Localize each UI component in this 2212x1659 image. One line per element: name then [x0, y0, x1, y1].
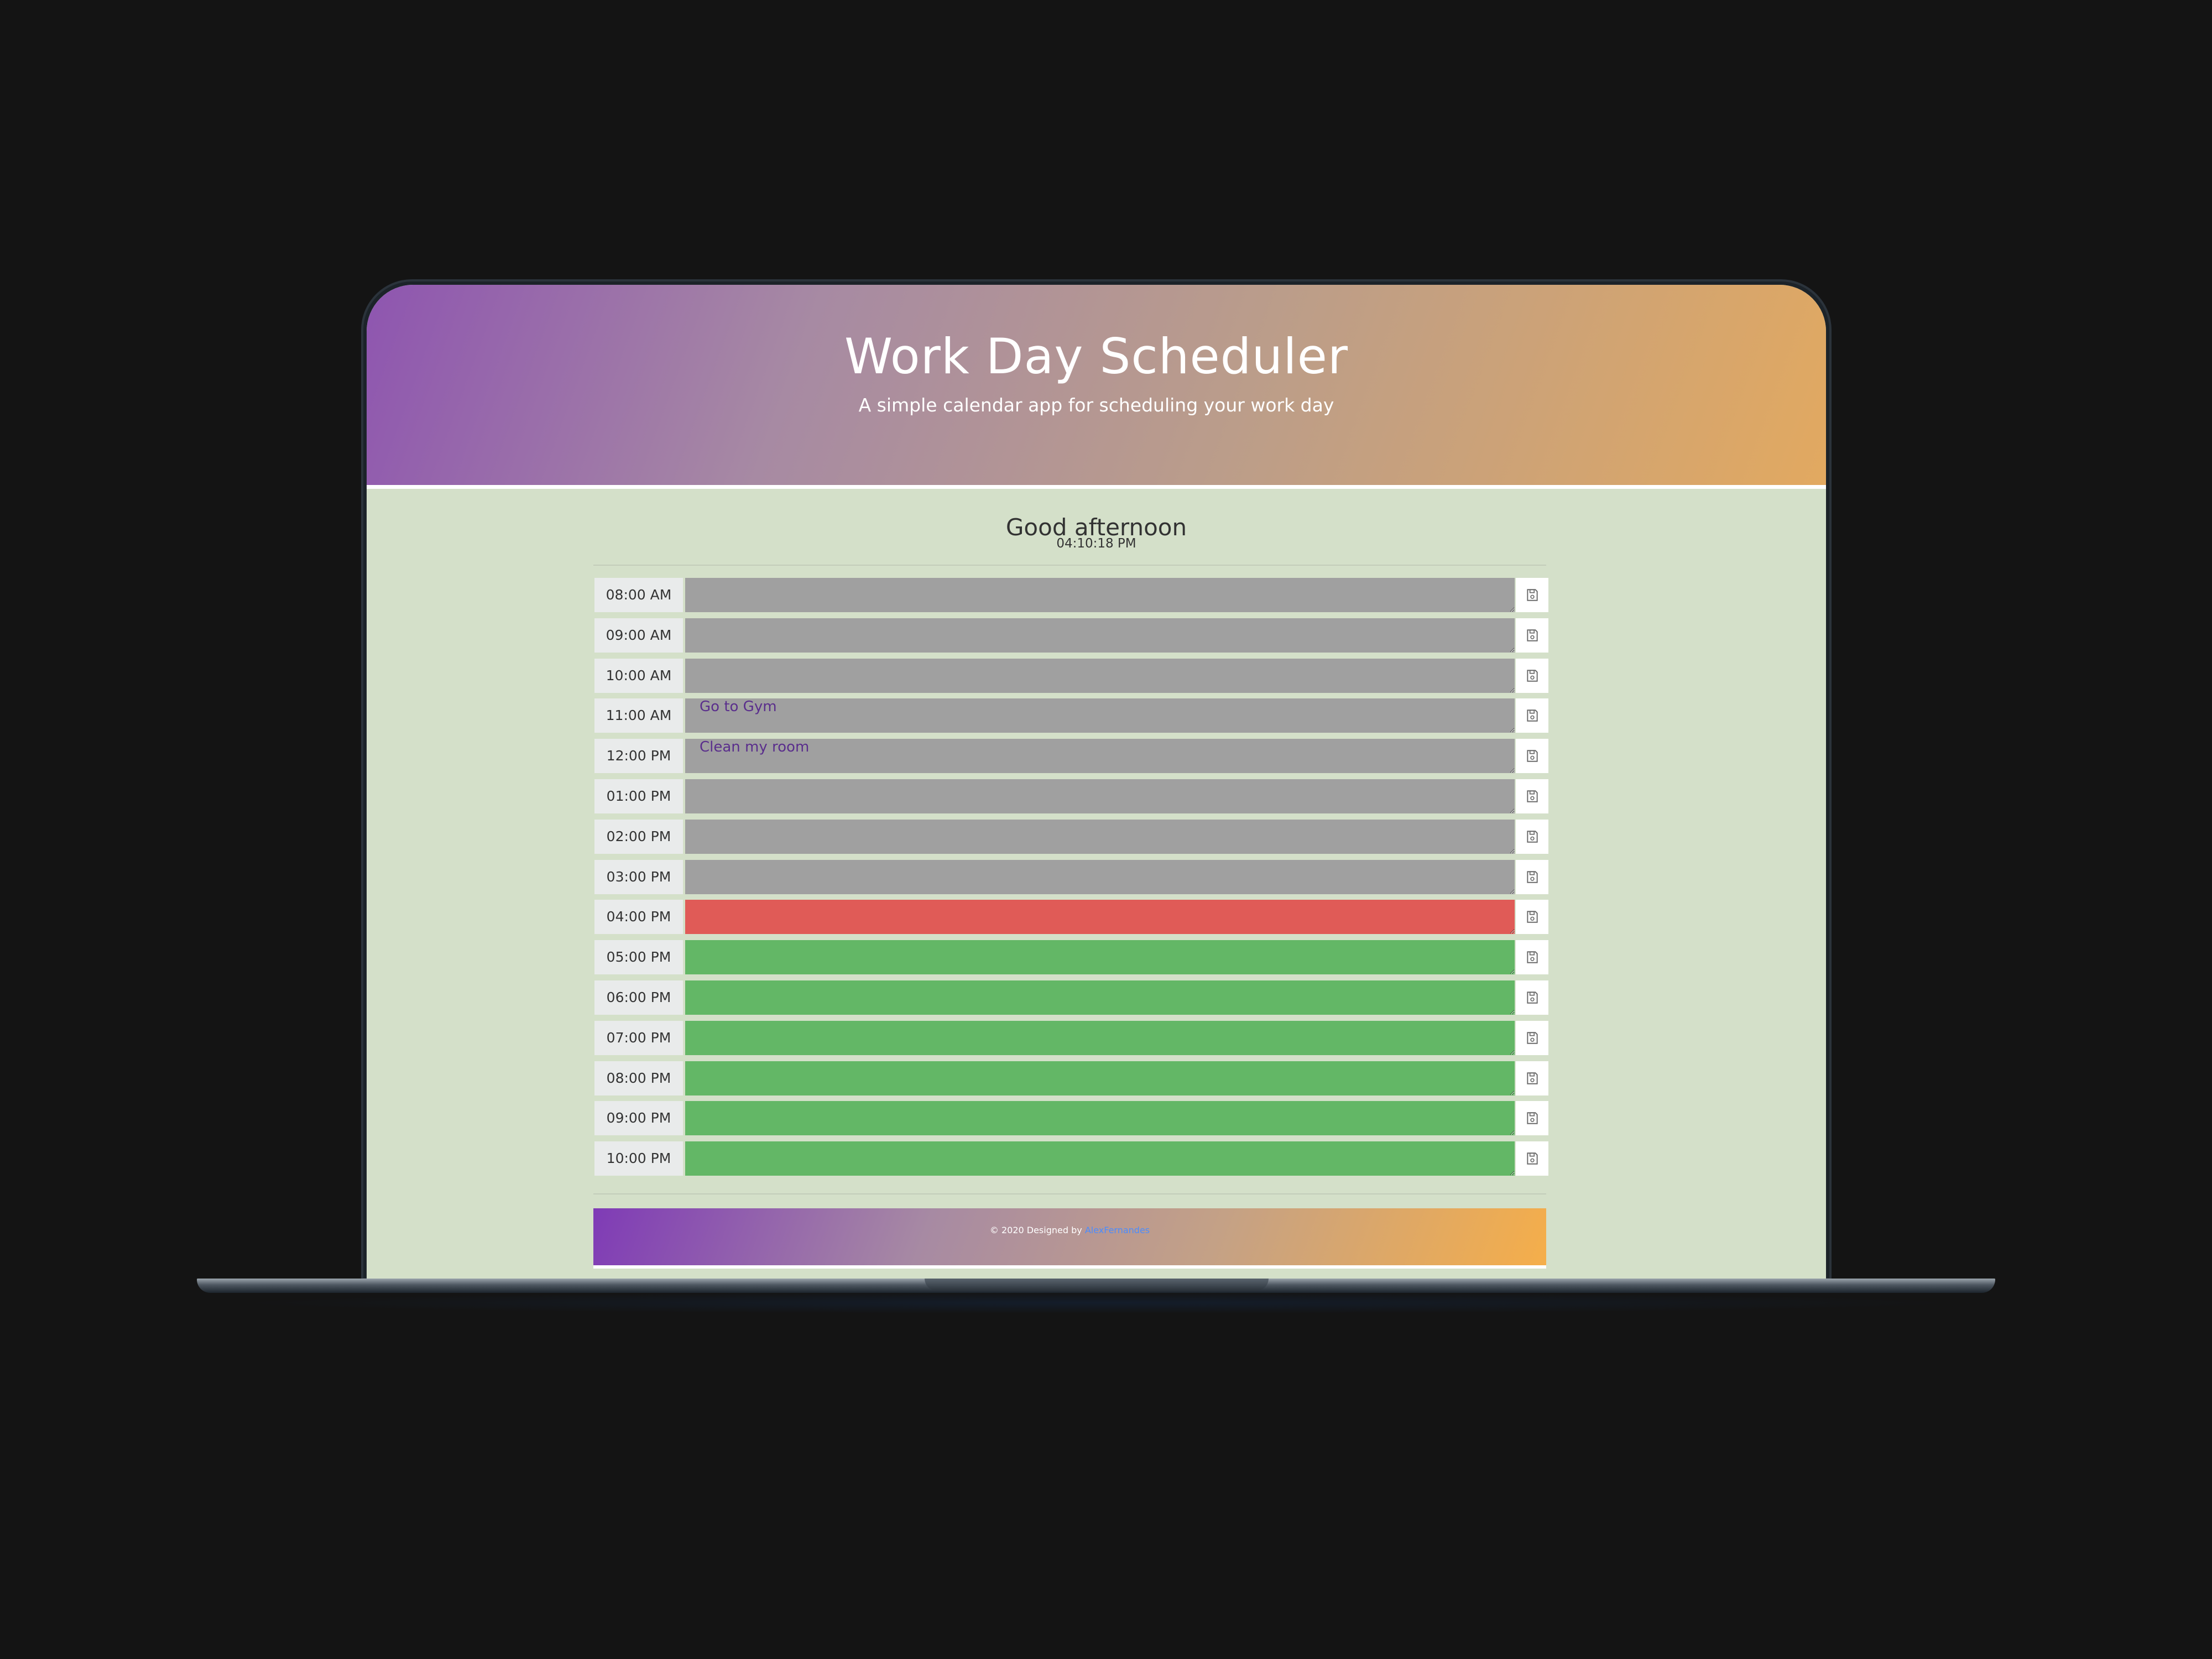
save-icon: [1526, 1032, 1538, 1044]
save-icon: [1526, 951, 1538, 963]
save-button[interactable]: [1516, 940, 1548, 975]
save-icon: [1526, 1152, 1538, 1165]
browser-viewport: Work Day Scheduler A simple calendar app…: [367, 285, 1826, 1279]
time-block-row: 04:00 PM: [594, 900, 1548, 935]
save-icon: [1526, 1072, 1538, 1084]
task-input[interactable]: [685, 940, 1515, 975]
time-block-row: 09:00 PM: [594, 1101, 1548, 1136]
save-button[interactable]: [1516, 819, 1548, 854]
time-block-row: 10:00 PM: [594, 1141, 1548, 1176]
time-block-row: 02:00 PM: [594, 819, 1548, 854]
save-icon: [1526, 629, 1538, 641]
time-block-row: 08:00 PM: [594, 1061, 1548, 1095]
page-title: Work Day Scheduler: [844, 328, 1349, 385]
save-button[interactable]: [1516, 980, 1548, 1015]
save-button[interactable]: [1516, 739, 1548, 774]
hour-label: 08:00 PM: [594, 1061, 683, 1095]
hour-label: 08:00 AM: [594, 578, 683, 612]
save-button[interactable]: [1516, 1141, 1548, 1176]
save-icon: [1526, 1112, 1538, 1125]
task-input[interactable]: [685, 658, 1515, 693]
laptop-shadow: [227, 1292, 1965, 1314]
task-input[interactable]: [685, 1020, 1515, 1055]
time-block-row: 07:00 PM: [594, 1020, 1548, 1055]
current-time: 04:10:18 PM: [1056, 536, 1136, 551]
laptop-notch: [925, 1279, 1269, 1291]
footer-text: © 2020 Designed by AlexFernandes: [593, 1225, 1546, 1235]
save-button[interactable]: [1516, 578, 1548, 612]
hour-label: 02:00 PM: [594, 819, 683, 854]
task-input[interactable]: [685, 578, 1515, 612]
hour-label: 04:00 PM: [594, 900, 683, 935]
save-button[interactable]: [1516, 658, 1548, 693]
hour-label: 05:00 PM: [594, 940, 683, 975]
save-icon: [1526, 750, 1538, 762]
time-block-row: 09:00 AM: [594, 618, 1548, 653]
save-button[interactable]: [1516, 900, 1548, 935]
footer: © 2020 Designed by AlexFernandes: [593, 1208, 1546, 1269]
save-button[interactable]: [1516, 1061, 1548, 1095]
save-icon: [1526, 709, 1538, 722]
save-icon: [1526, 992, 1538, 1004]
time-block-row: 01:00 PM: [594, 779, 1548, 813]
time-block-row: 06:00 PM: [594, 980, 1548, 1015]
footer-author-link[interactable]: AlexFernandes: [1085, 1225, 1150, 1235]
bottom-divider: [593, 1193, 1546, 1194]
task-input[interactable]: [685, 900, 1515, 935]
save-button[interactable]: [1516, 698, 1548, 733]
jumbotron-header: Work Day Scheduler A simple calendar app…: [367, 285, 1826, 489]
task-input[interactable]: Clean my room: [685, 739, 1515, 774]
hour-label: 06:00 PM: [594, 980, 683, 1015]
top-divider: [593, 565, 1546, 566]
task-input[interactable]: [685, 1061, 1515, 1095]
save-icon: [1526, 911, 1538, 924]
save-icon: [1526, 790, 1538, 802]
time-block-row: 08:00 AM: [594, 578, 1548, 612]
hour-label: 01:00 PM: [594, 779, 683, 813]
footer-copyright: © 2020 Designed by: [989, 1225, 1082, 1235]
hour-label: 03:00 PM: [594, 859, 683, 894]
task-input[interactable]: [685, 980, 1515, 1015]
time-block-row: 05:00 PM: [594, 940, 1548, 975]
task-input[interactable]: [685, 819, 1515, 854]
save-icon: [1526, 589, 1538, 601]
save-button[interactable]: [1516, 1101, 1548, 1136]
save-icon: [1526, 669, 1538, 682]
save-button[interactable]: [1516, 859, 1548, 894]
time-block-row: 11:00 AM Go to Gym: [594, 698, 1548, 733]
time-block-row: 10:00 AM: [594, 658, 1548, 693]
hour-label: 09:00 AM: [594, 618, 683, 653]
task-input[interactable]: Go to Gym: [685, 698, 1515, 733]
task-input[interactable]: [685, 1101, 1515, 1136]
hour-label: 10:00 PM: [594, 1141, 683, 1176]
page-subtitle: A simple calendar app for scheduling you…: [858, 394, 1334, 416]
save-button[interactable]: [1516, 1020, 1548, 1055]
task-input[interactable]: [685, 618, 1515, 653]
hour-label: 09:00 PM: [594, 1101, 683, 1136]
hour-label: 12:00 PM: [594, 739, 683, 774]
time-block-row: 12:00 PM Clean my room: [594, 739, 1548, 774]
time-block-row: 03:00 PM: [594, 859, 1548, 894]
task-input[interactable]: [685, 779, 1515, 813]
save-button[interactable]: [1516, 618, 1548, 653]
save-icon: [1526, 870, 1538, 883]
task-input[interactable]: [685, 859, 1515, 894]
hour-label: 10:00 AM: [594, 658, 683, 693]
hour-label: 07:00 PM: [594, 1020, 683, 1055]
hour-label: 11:00 AM: [594, 698, 683, 733]
save-button[interactable]: [1516, 779, 1548, 813]
task-input[interactable]: [685, 1141, 1515, 1176]
save-icon: [1526, 831, 1538, 843]
